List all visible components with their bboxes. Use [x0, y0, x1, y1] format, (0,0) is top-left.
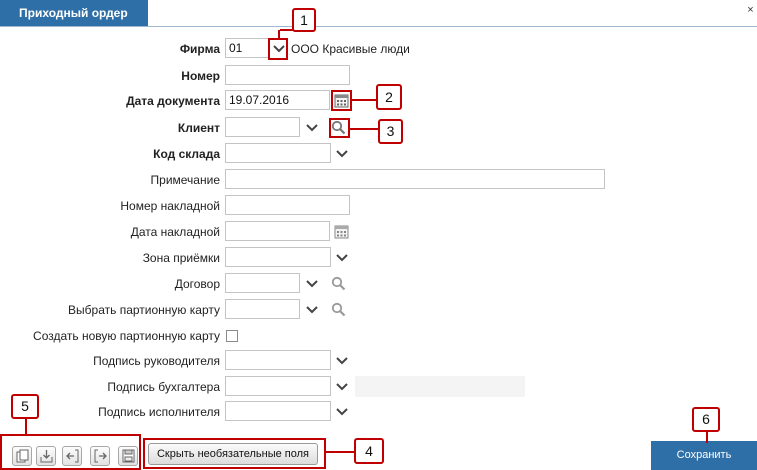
callout-box-3 [329, 118, 350, 138]
callout-connector-3 [350, 128, 378, 130]
callout-connector-6 [706, 431, 708, 443]
callout-5: 5 [11, 394, 39, 419]
callout-connector-1b [280, 29, 294, 31]
chevron-down-icon[interactable] [335, 379, 349, 393]
callout-box-1 [268, 38, 288, 60]
new-partionnaya-label: Создать новую партионную карту [33, 329, 220, 343]
zona-priemki-input[interactable] [225, 247, 331, 267]
zona-priemki-label: Зона приёмки [142, 251, 220, 265]
search-icon[interactable] [331, 276, 346, 291]
callout-connector-2 [352, 99, 376, 101]
chevron-down-icon[interactable] [305, 120, 319, 134]
new-partionnaya-checkbox[interactable] [226, 330, 238, 342]
firma-company-name: ООО Красивые люди [291, 42, 410, 56]
chevron-down-icon[interactable] [335, 146, 349, 160]
podpis-buhgaltera-extra-field [355, 376, 525, 397]
data-dokumenta-input[interactable]: 19.07.2016 [225, 90, 330, 110]
firma-input[interactable]: 01 [225, 38, 269, 58]
dogovor-label: Договор [174, 277, 220, 291]
data-dokumenta-label: Дата документа [126, 94, 220, 108]
callout-connector-1 [278, 30, 280, 39]
klient-label: Клиент [177, 121, 220, 135]
partionnaya-karta-input[interactable] [225, 299, 300, 319]
callout-connector-4 [326, 451, 354, 453]
chevron-down-icon[interactable] [335, 404, 349, 418]
nomer-nakladnoy-label: Номер накладной [120, 199, 220, 213]
callout-1: 1 [292, 8, 316, 32]
firma-label: Фирма [179, 42, 220, 56]
kod-sklada-label: Код склада [153, 147, 220, 161]
dogovor-input[interactable] [225, 273, 300, 293]
nomer-nakladnoy-input[interactable] [225, 195, 350, 215]
primechanie-input[interactable] [225, 169, 605, 189]
callout-box-5 [0, 434, 141, 470]
podpis-rukovoditelya-label: Подпись руководителя [93, 354, 220, 368]
calendar-icon[interactable] [334, 224, 349, 239]
search-icon[interactable] [331, 302, 346, 317]
chevron-down-icon[interactable] [305, 302, 319, 316]
primechanie-label: Примечание [150, 173, 220, 187]
partionnaya-karta-label: Выбрать партионную карту [68, 303, 220, 317]
callout-6: 6 [692, 407, 720, 432]
close-icon[interactable]: × [745, 4, 756, 17]
data-nakladnoy-label: Дата накладной [130, 225, 220, 239]
callout-box-2 [331, 90, 352, 111]
callout-3: 3 [378, 119, 403, 144]
kod-sklada-input[interactable] [225, 143, 331, 163]
podpis-rukovoditelya-input[interactable] [225, 350, 331, 370]
callout-4: 4 [354, 438, 384, 464]
chevron-down-icon[interactable] [305, 276, 319, 290]
chevron-down-icon[interactable] [335, 353, 349, 367]
callout-2: 2 [376, 84, 402, 110]
callout-box-4 [143, 438, 326, 469]
klient-input[interactable] [225, 117, 300, 137]
podpis-ispolnitelya-input[interactable] [225, 401, 331, 421]
callout-connector-5 [25, 418, 27, 435]
chevron-down-icon[interactable] [335, 250, 349, 264]
header-divider [0, 26, 757, 27]
page-title: Приходный ордер [0, 0, 148, 27]
podpis-buhgaltera-input[interactable] [225, 376, 331, 396]
data-nakladnoy-input[interactable] [225, 221, 330, 241]
nomer-label: Номер [181, 69, 220, 83]
save-button[interactable]: Сохранить [651, 441, 757, 470]
nomer-input[interactable] [225, 65, 350, 85]
